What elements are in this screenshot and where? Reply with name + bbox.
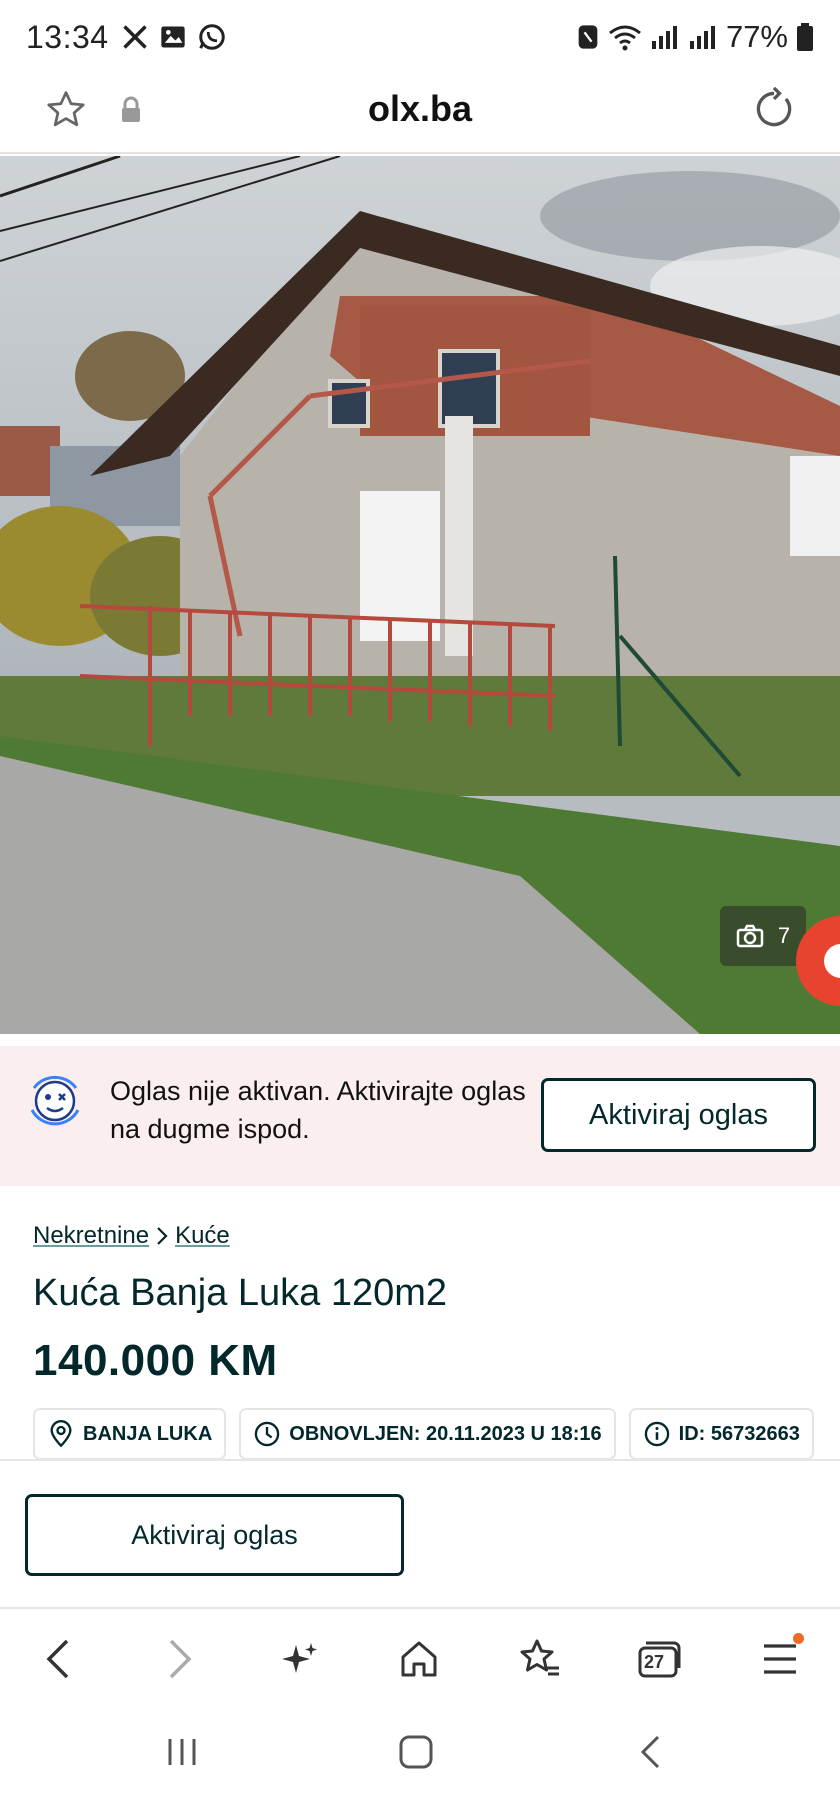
tabs-button[interactable]: 27 xyxy=(629,1629,689,1689)
notification-icons xyxy=(121,22,227,52)
home-button[interactable] xyxy=(389,1629,449,1689)
ai-assistant-button[interactable] xyxy=(270,1629,330,1689)
status-bar: 13:34 77% xyxy=(0,0,840,74)
sad-face-icon xyxy=(30,1075,80,1126)
home-square-icon xyxy=(399,1735,433,1769)
activate-ad-button[interactable]: Aktiviraj oglas xyxy=(541,1078,816,1152)
battery-percent: 77% xyxy=(725,19,788,54)
location-chip: BANJA LUKA xyxy=(33,1408,227,1460)
location-pin-icon xyxy=(50,1420,72,1448)
breadcrumb-kuce[interactable]: Kuće xyxy=(175,1222,230,1250)
forward-button[interactable] xyxy=(150,1629,210,1689)
browser-toolbar: 27 xyxy=(0,1607,840,1703)
ad-price: 140.000 KM xyxy=(33,1336,278,1385)
info-icon xyxy=(644,1421,669,1447)
inactive-ad-banner: Oglas nije aktivan. Aktivirajte oglas na… xyxy=(0,1046,840,1186)
hamburger-menu-icon xyxy=(764,1644,796,1674)
listing-card: Nekretnine Kuće Kuća Banja Luka 120m2 14… xyxy=(0,1188,840,1460)
photo-count-badge[interactable]: 7 xyxy=(720,906,806,966)
photo-count: 7 xyxy=(777,923,791,948)
chevron-right-icon xyxy=(157,1227,168,1245)
location-text: BANJA LUKA xyxy=(83,1422,213,1445)
breadcrumb-nekretnine[interactable]: Nekretnine xyxy=(33,1222,149,1250)
android-navigation-bar xyxy=(0,1703,840,1801)
back-chevron-icon xyxy=(640,1735,660,1769)
browser-url-bar: olx.ba xyxy=(0,74,840,154)
updated-text: OBNOVLJEN: 20.11.2023 U 18:16 xyxy=(289,1422,602,1445)
status-time: 13:34 xyxy=(26,18,109,55)
updated-chip: OBNOVLJEN: 20.11.2023 U 18:16 xyxy=(239,1408,616,1460)
wifi-icon xyxy=(609,25,641,51)
recent-apps-button[interactable] xyxy=(152,1727,212,1777)
reload-icon[interactable] xyxy=(752,87,796,131)
chevron-right-icon xyxy=(169,1639,192,1679)
whatsapp-icon xyxy=(198,24,225,50)
nfc-icon xyxy=(578,25,598,49)
inactive-message: Oglas nije aktivan. Aktivirajte oglas na… xyxy=(110,1076,526,1144)
id-chip: ID: 56732663 xyxy=(628,1408,814,1460)
home-nav-button[interactable] xyxy=(386,1727,446,1777)
activate-ad-bottom-button[interactable]: Aktiviraj oglas xyxy=(25,1494,404,1576)
lock-icon[interactable] xyxy=(119,96,143,124)
back-nav-button[interactable] xyxy=(620,1727,680,1777)
bottom-action-bar: Aktiviraj oglas xyxy=(0,1459,840,1607)
ad-title: Kuća Banja Luka 120m2 xyxy=(33,1272,448,1314)
bookmarks-button[interactable] xyxy=(509,1629,569,1689)
chevron-left-icon xyxy=(46,1639,69,1679)
sparkle-icon xyxy=(282,1643,317,1673)
signal-icon xyxy=(651,26,677,49)
bookmarks-star-icon xyxy=(520,1639,559,1676)
notification-dot xyxy=(793,1633,804,1644)
menu-button[interactable] xyxy=(750,1629,810,1689)
gallery-icon xyxy=(160,26,185,48)
id-text: ID: 56732663 xyxy=(678,1422,800,1445)
bookmark-star-icon[interactable] xyxy=(44,88,88,132)
battery-icon xyxy=(797,23,813,51)
clock-icon xyxy=(255,1421,280,1447)
x-logo-icon xyxy=(122,25,147,49)
system-indicators: 77% xyxy=(576,19,814,55)
breadcrumb: Nekretnine Kuće xyxy=(33,1222,230,1250)
recent-apps-icon xyxy=(168,1739,196,1765)
listing-meta-chips: BANJA LUKA OBNOVLJEN: 20.11.2023 U 18:16… xyxy=(33,1408,814,1460)
camera-icon xyxy=(736,924,764,948)
house-photo xyxy=(0,156,840,1034)
listing-photo-gallery[interactable]: 7 xyxy=(0,156,840,1034)
signal-icon xyxy=(689,26,715,49)
tab-count: 27 xyxy=(644,1652,665,1672)
home-icon xyxy=(401,1641,437,1677)
back-button[interactable] xyxy=(28,1629,88,1689)
